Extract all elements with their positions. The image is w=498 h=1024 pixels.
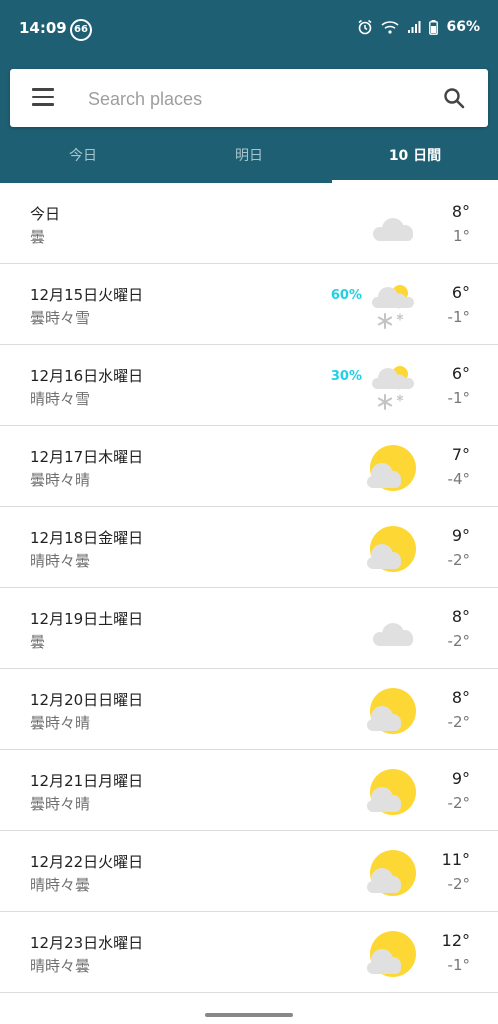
forecast-date: 12月15日火曜日 (30, 286, 144, 304)
partly-cloudy-icon (362, 763, 418, 819)
forecast-date: 12月23日水曜日 (30, 934, 144, 952)
snow-icon (362, 358, 418, 414)
cloudy-icon (362, 196, 418, 252)
forecast-row[interactable]: 12月20日日曜日 曇時々晴 8° -2° (0, 669, 498, 750)
forecast-condition: 曇時々晴 (30, 795, 91, 813)
high-temperature: 9° (451, 526, 470, 545)
forecast-row[interactable]: 今日 曇 8° 1° (0, 183, 498, 264)
high-temperature: 9° (451, 769, 470, 788)
low-temperature: -2° (447, 632, 470, 650)
snow-icon (362, 277, 418, 333)
forecast-date: 12月21日月曜日 (30, 772, 144, 790)
forecast-date: 12月16日水曜日 (30, 367, 144, 385)
low-temperature: -2° (447, 713, 470, 731)
low-temperature: -2° (447, 551, 470, 569)
partly-cloudy-icon (362, 925, 418, 981)
low-temperature: 1° (452, 227, 470, 245)
forecast-row[interactable]: 12月21日月曜日 曇時々晴 9° -2° (0, 750, 498, 831)
high-temperature: 12° (441, 931, 470, 950)
status-time: 14:09 (19, 19, 67, 37)
forecast-condition: 晴時々曇 (30, 552, 91, 570)
low-temperature: -1° (447, 389, 470, 407)
forecast-condition: 晴時々雪 (30, 390, 91, 408)
forecast-row[interactable]: 12月22日火曜日 晴時々曇 11° -2° (0, 831, 498, 912)
app-header: 今日 明日 10 日間 (0, 58, 498, 183)
forecast-row[interactable]: 12月17日木曜日 曇時々晴 7° -4° (0, 426, 498, 507)
forecast-date: 今日 (30, 205, 61, 223)
tab-tomorrow[interactable]: 明日 (166, 141, 332, 183)
low-temperature: -1° (447, 956, 470, 974)
low-temperature: -1° (447, 308, 470, 326)
forecast-date: 12月19日土曜日 (30, 610, 144, 628)
search-bar (10, 69, 488, 127)
low-temperature: -2° (447, 875, 470, 893)
forecast-date: 12月20日日曜日 (30, 691, 144, 709)
battery-percent: 66% (446, 19, 480, 35)
signal-icon (407, 20, 421, 34)
forecast-row[interactable]: 12月19日土曜日 曇 8° -2° (0, 588, 498, 669)
tab-bar: 今日 明日 10 日間 (0, 141, 498, 183)
forecast-condition: 曇時々晴 (30, 714, 91, 732)
status-bar: 14:09 66 66% (0, 0, 498, 58)
menu-icon[interactable] (32, 88, 54, 106)
low-temperature: -4° (447, 470, 470, 488)
forecast-condition: 曇時々晴 (30, 471, 91, 489)
search-input[interactable] (86, 83, 420, 115)
high-temperature: 6° (451, 283, 470, 302)
forecast-condition: 曇時々雪 (30, 309, 91, 327)
status-icons: 66% (357, 19, 480, 35)
forecast-date: 12月22日火曜日 (30, 853, 144, 871)
navigation-bar (0, 1004, 498, 1024)
partly-cloudy-icon (362, 520, 418, 576)
forecast-condition: 晴時々曇 (30, 876, 91, 894)
forecast-row[interactable]: 12月23日水曜日 晴時々曇 12° -1° (0, 912, 498, 993)
partly-cloudy-icon (362, 844, 418, 900)
low-temperature: -2° (447, 794, 470, 812)
wifi-icon (381, 20, 400, 34)
home-gesture-bar[interactable] (205, 1013, 293, 1017)
tab-10-day[interactable]: 10 日間 (332, 141, 498, 183)
high-temperature: 8° (451, 688, 470, 707)
precipitation-chance: 30% (330, 369, 362, 384)
high-temperature: 8° (451, 607, 470, 626)
cloudy-icon (362, 601, 418, 657)
search-icon[interactable] (442, 86, 466, 110)
high-temperature: 6° (451, 364, 470, 383)
forecast-row[interactable]: 12月15日火曜日 曇時々雪 60% 6° -1° (0, 264, 498, 345)
alarm-icon (357, 19, 373, 35)
forecast-condition: 晴時々曇 (30, 957, 91, 975)
partly-cloudy-icon (362, 439, 418, 495)
partly-cloudy-icon (362, 682, 418, 738)
high-temperature: 7° (451, 445, 470, 464)
forecast-date: 12月17日木曜日 (30, 448, 144, 466)
high-temperature: 8° (451, 202, 470, 221)
forecast-condition: 曇 (30, 633, 46, 651)
forecast-date: 12月18日金曜日 (30, 529, 144, 547)
forecast-condition: 曇 (30, 228, 46, 246)
precipitation-chance: 60% (330, 288, 362, 303)
tab-today[interactable]: 今日 (0, 141, 166, 183)
high-temperature: 11° (441, 850, 470, 869)
battery-icon (429, 19, 439, 35)
forecast-row[interactable]: 12月16日水曜日 晴時々雪 30% 6° -1° (0, 345, 498, 426)
notification-badge: 66 (70, 19, 92, 41)
forecast-list: 今日 曇 8° 1° 12月15日火曜日 曇時々雪 60% 6° -1° 12月… (0, 183, 498, 993)
forecast-row[interactable]: 12月18日金曜日 晴時々曇 9° -2° (0, 507, 498, 588)
